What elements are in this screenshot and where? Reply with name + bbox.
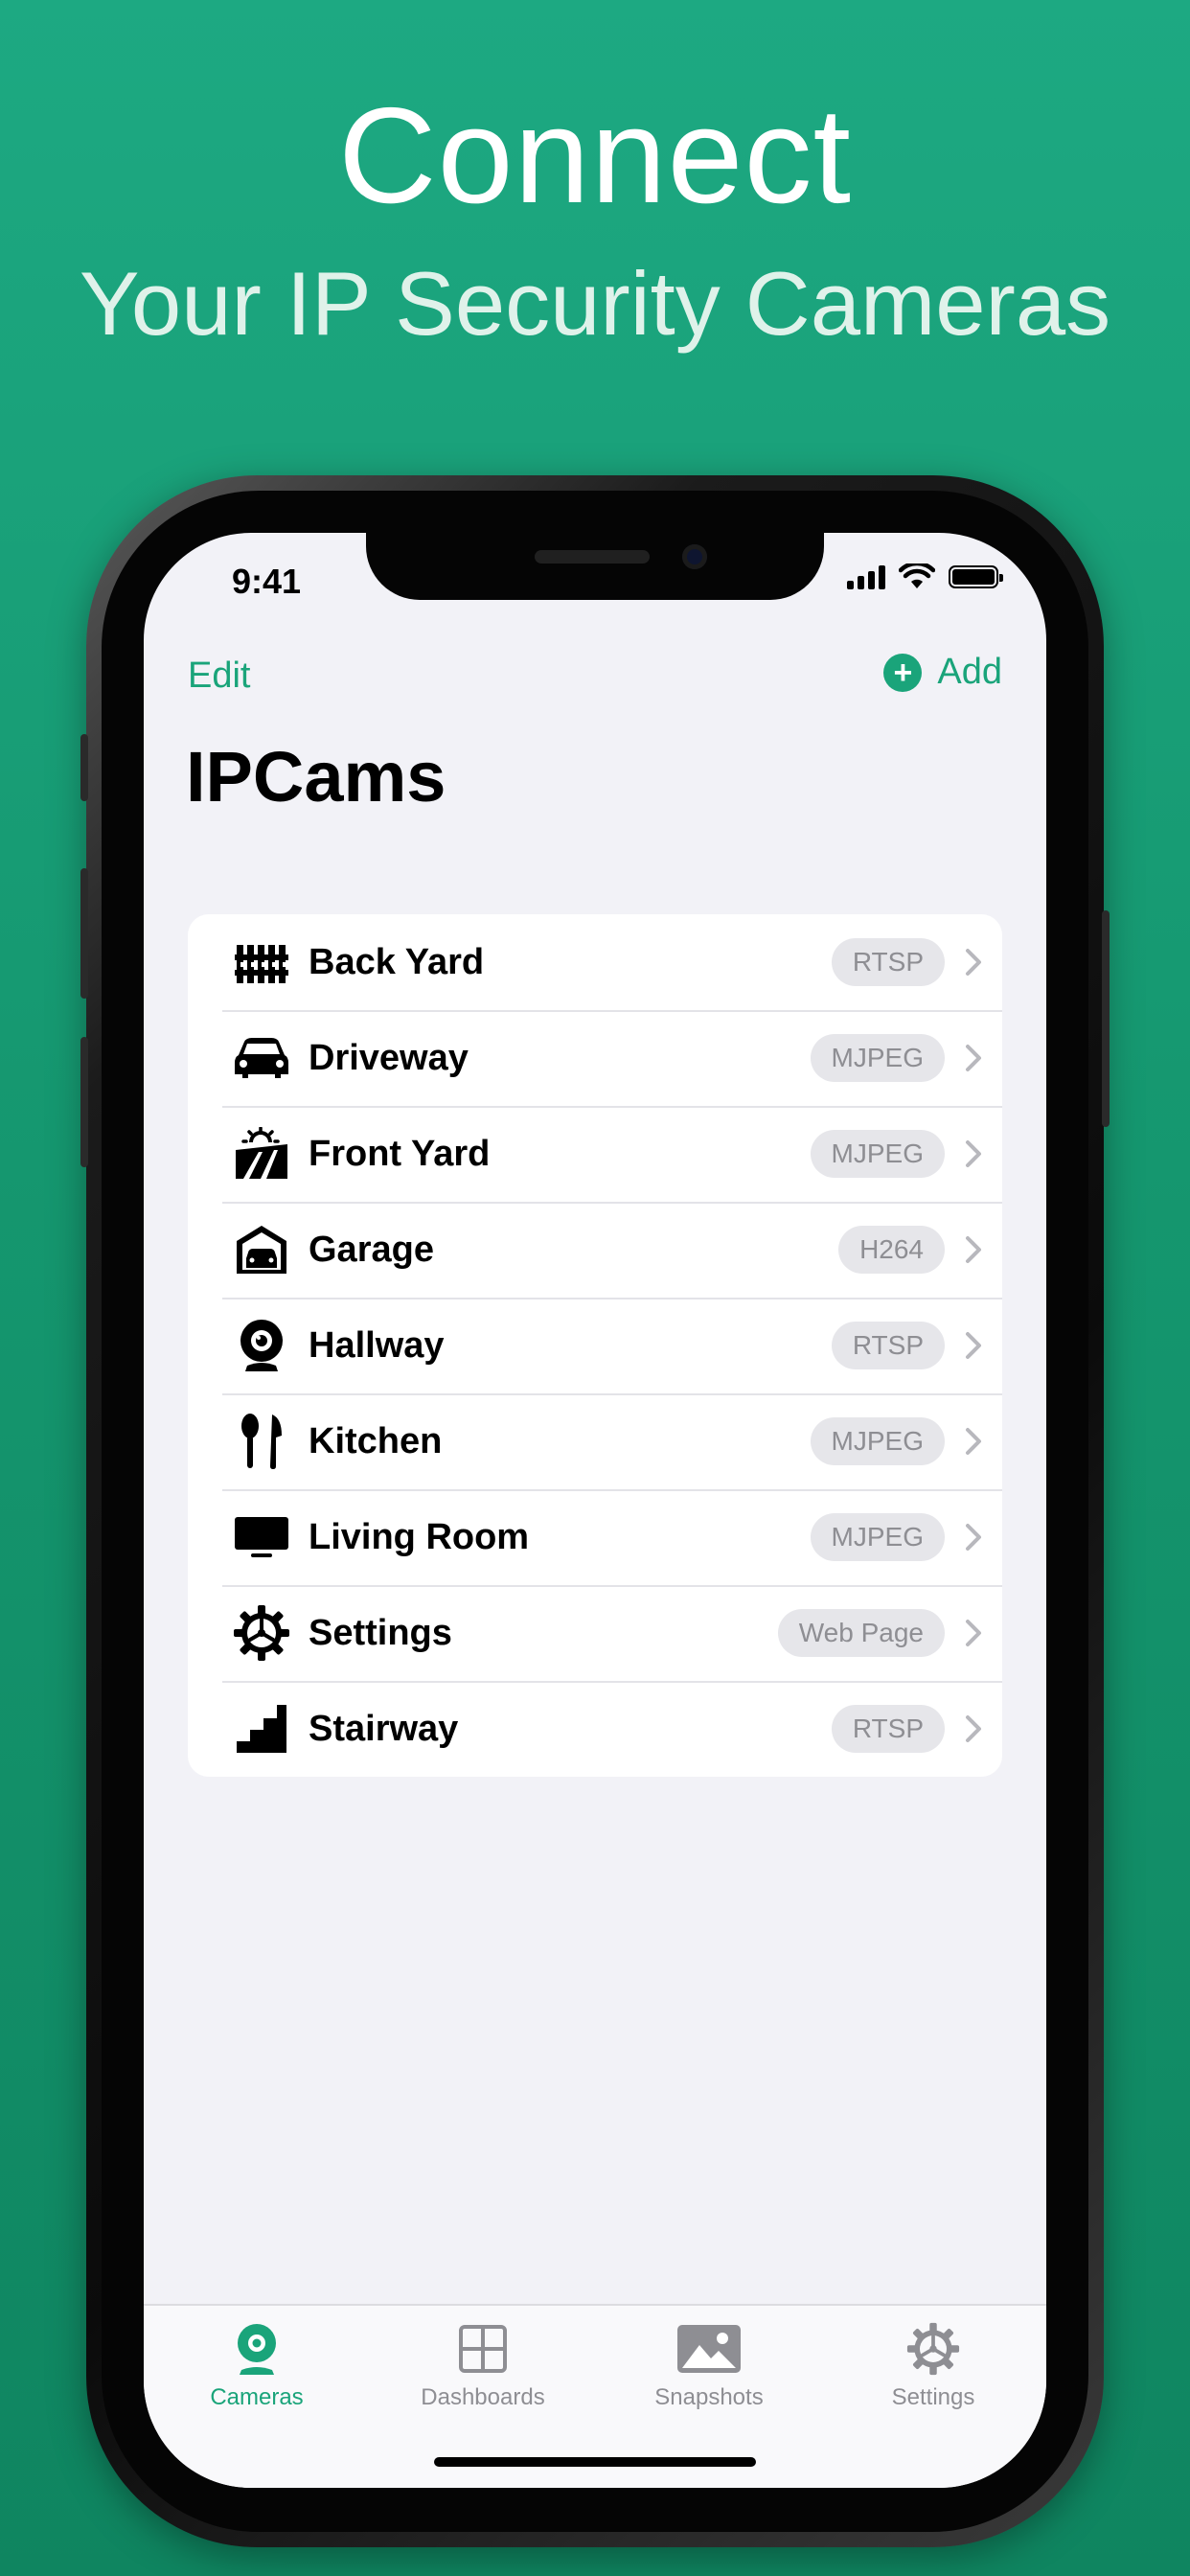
camera-name: Garage	[309, 1229, 434, 1270]
tab-label: Snapshots	[654, 2384, 764, 2410]
chevron-right-icon	[945, 1235, 1002, 1264]
tab-label: Cameras	[210, 2384, 304, 2410]
side-button-volume-up	[80, 868, 88, 999]
add-button-label: Add	[937, 652, 1002, 692]
tab-dashboards[interactable]: Dashboards	[387, 2319, 579, 2411]
protocol-badge: H264	[838, 1226, 945, 1274]
front-camera	[682, 544, 707, 569]
camera-name: Front Yard	[309, 1133, 491, 1174]
page-title: IPCams	[186, 737, 446, 816]
gear-icon	[232, 1603, 291, 1663]
side-button-power	[1102, 910, 1110, 1127]
protocol-badge: RTSP	[831, 938, 945, 986]
grid-icon	[387, 2319, 579, 2379]
camera-row-hallway[interactable]: Hallway RTSP	[188, 1298, 1002, 1393]
fence-icon	[232, 932, 291, 992]
chevron-right-icon	[945, 1139, 1002, 1168]
camera-row-front-yard[interactable]: Front Yard MJPEG	[188, 1106, 1002, 1202]
camera-name: Settings	[309, 1612, 452, 1653]
tab-cameras[interactable]: Cameras	[161, 2319, 353, 2411]
camera-list: Back Yard RTSP Driveway MJPEG Front Yard…	[188, 914, 1002, 1777]
camera-name: Living Room	[309, 1516, 530, 1557]
camera-row-settings[interactable]: Settings Web Page	[188, 1585, 1002, 1681]
battery-icon	[949, 565, 1003, 588]
side-button-silent	[80, 734, 88, 801]
chevron-right-icon	[945, 948, 1002, 977]
protocol-badge: RTSP	[831, 1322, 945, 1369]
tv-icon	[232, 1507, 291, 1567]
chevron-right-icon	[945, 1427, 1002, 1456]
protocol-badge: MJPEG	[810, 1034, 945, 1082]
camera-row-garage[interactable]: Garage H264	[188, 1202, 1002, 1298]
camera-row-driveway[interactable]: Driveway MJPEG	[188, 1010, 1002, 1106]
camera-name: Hallway	[309, 1324, 445, 1366]
garage-car-icon	[232, 1220, 291, 1279]
camera-name: Stairway	[309, 1708, 459, 1749]
status-time: 9:41	[232, 562, 302, 601]
tab-label: Dashboards	[421, 2384, 545, 2410]
tab-label: Settings	[891, 2384, 975, 2410]
promo-subheadline: Your IP Security Cameras	[79, 253, 1111, 354]
chevron-right-icon	[945, 1523, 1002, 1552]
tab-snapshots[interactable]: Snapshots	[613, 2319, 805, 2411]
protocol-badge: Web Page	[777, 1609, 945, 1657]
plus-circle-icon: +	[883, 653, 923, 692]
chevron-right-icon	[945, 1714, 1002, 1743]
cellular-signal-icon	[847, 564, 885, 589]
add-button[interactable]: + Add	[883, 652, 1002, 693]
protocol-badge: MJPEG	[810, 1417, 945, 1465]
speaker-grille	[535, 550, 650, 564]
stairs-icon	[232, 1699, 291, 1759]
promo-headline: Connect	[338, 80, 852, 232]
notch	[366, 533, 824, 600]
camera-name: Driveway	[309, 1037, 469, 1078]
gear-tab-icon	[837, 2319, 1029, 2379]
camera-name: Kitchen	[309, 1420, 443, 1461]
car-icon	[232, 1028, 291, 1088]
edit-button[interactable]: Edit	[188, 656, 250, 697]
camera-row-stairway[interactable]: Stairway RTSP	[188, 1681, 1002, 1777]
protocol-badge: MJPEG	[810, 1130, 945, 1178]
status-icons	[847, 564, 1003, 590]
photo-icon	[613, 2319, 805, 2379]
tab-bar: Cameras Dashboards Snapshots Settings	[144, 2304, 1046, 2488]
camera-name: Back Yard	[309, 941, 485, 982]
camera-row-living-room[interactable]: Living Room MJPEG	[188, 1489, 1002, 1585]
side-button-volume-down	[80, 1037, 88, 1167]
chevron-right-icon	[945, 1619, 1002, 1647]
protocol-badge: RTSP	[831, 1705, 945, 1753]
camera-row-back-yard[interactable]: Back Yard RTSP	[188, 914, 1002, 1010]
fork-spoon-icon	[232, 1412, 291, 1471]
webcam-icon	[232, 1316, 291, 1375]
phone-screen: 9:41 Edit + Add IPCams Back Yard RTSP Dr…	[144, 533, 1046, 2488]
tab-settings[interactable]: Settings	[837, 2319, 1029, 2411]
protocol-badge: MJPEG	[810, 1513, 945, 1561]
chevron-right-icon	[945, 1044, 1002, 1072]
home-indicator[interactable]	[434, 2457, 756, 2467]
camera-tab-icon	[161, 2319, 353, 2379]
camera-row-kitchen[interactable]: Kitchen MJPEG	[188, 1393, 1002, 1489]
field-sun-icon	[232, 1124, 291, 1184]
chevron-right-icon	[945, 1331, 1002, 1360]
wifi-icon	[899, 564, 935, 588]
